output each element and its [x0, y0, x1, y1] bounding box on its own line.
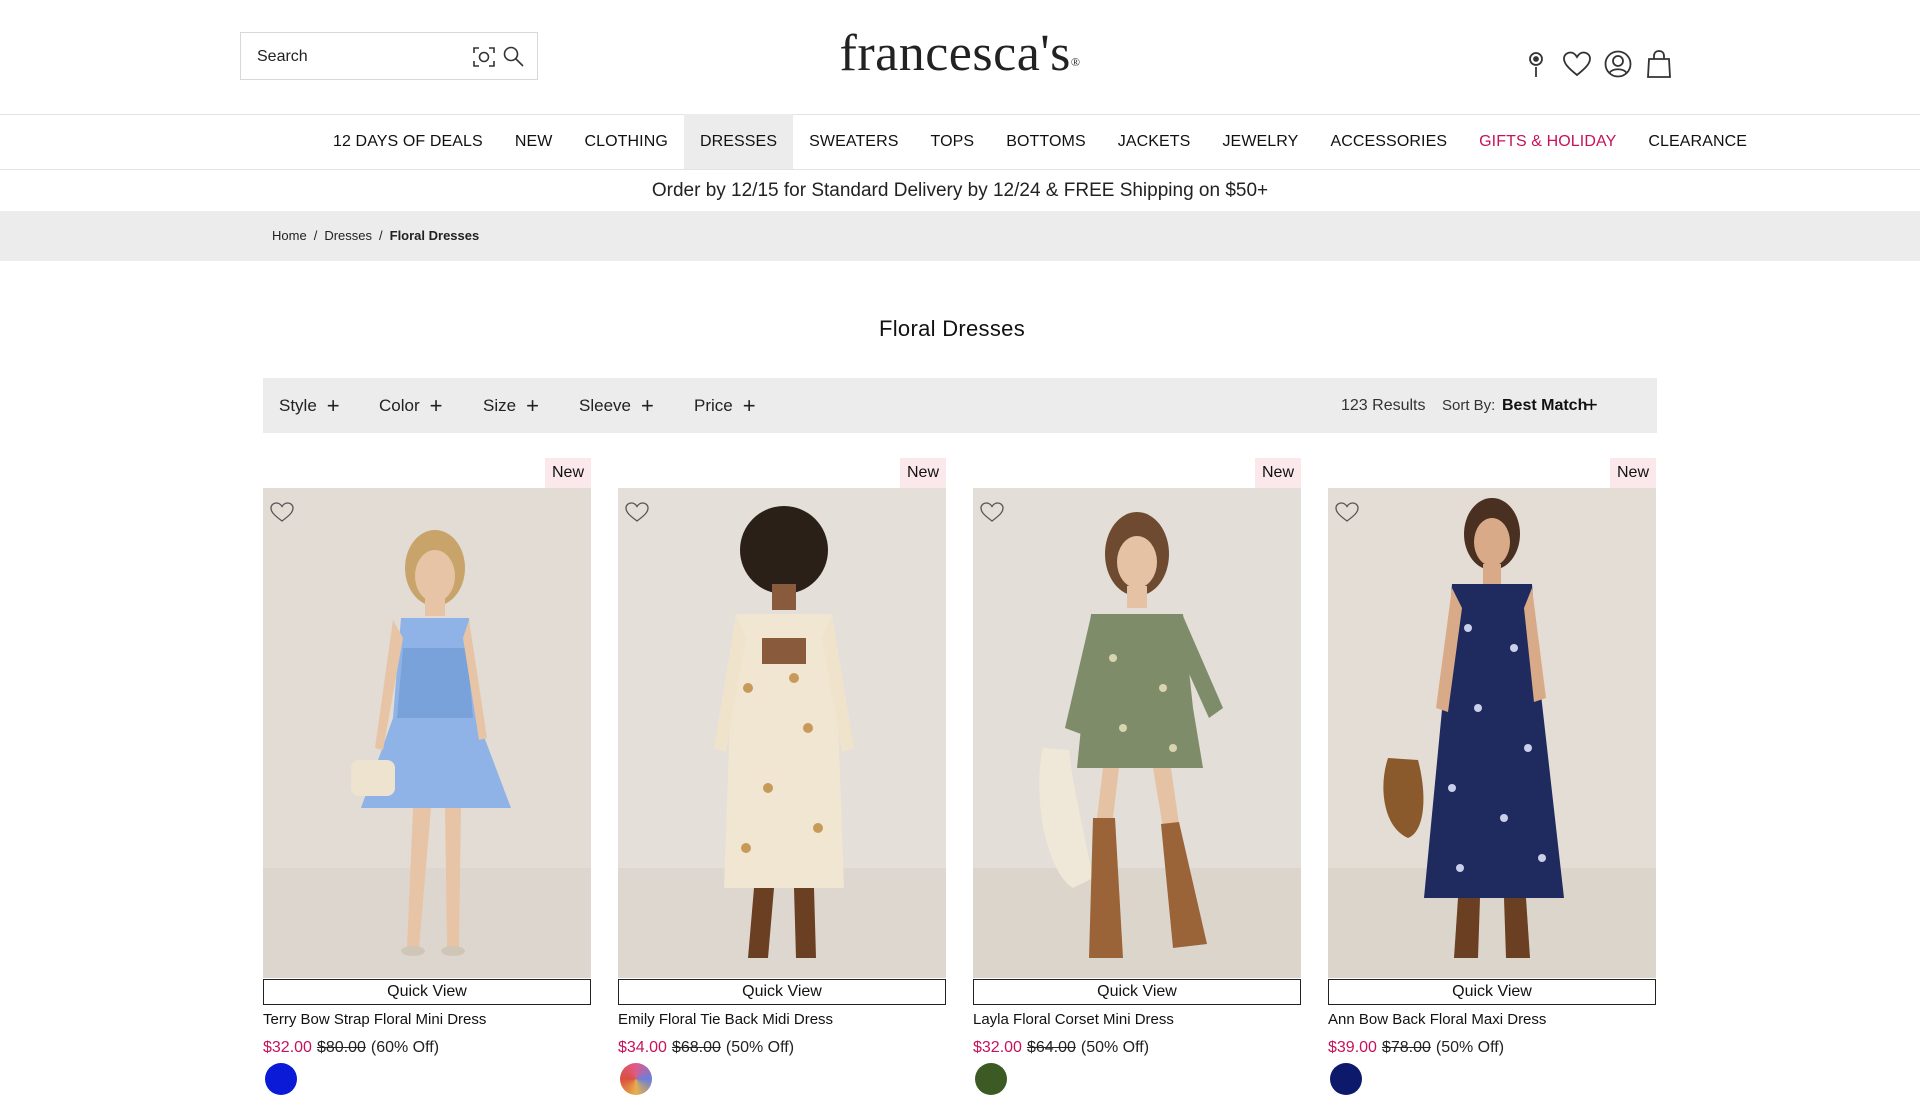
- results-count: 123 Results: [1341, 397, 1426, 414]
- quick-view-button[interactable]: Quick View: [973, 979, 1301, 1005]
- filter-bar: Style + Color + Size + Sleeve + Price + 123 R…: [263, 378, 1657, 433]
- breadcrumb: Home / Dresses / Floral Dresses: [272, 228, 479, 243]
- add-to-wishlist-icon[interactable]: [1334, 500, 1360, 524]
- plus-icon: +: [640, 393, 654, 418]
- original-price: $68.00: [671, 1039, 721, 1056]
- search-box[interactable]: Search: [240, 32, 538, 80]
- product-price: $32.00 $80.00 (60% Off): [263, 1039, 439, 1057]
- filter-style[interactable]: Style +: [279, 378, 340, 433]
- filter-size[interactable]: Size +: [483, 378, 539, 433]
- product-price: $34.00 $68.00 (50% Off): [618, 1039, 794, 1057]
- new-badge: New: [900, 458, 946, 488]
- sale-price: $32.00: [263, 1039, 312, 1056]
- nav-item-dresses[interactable]: DRESSES: [683, 114, 794, 169]
- brand-logo[interactable]: francesca's®: [820, 26, 1100, 82]
- breadcrumb-dresses[interactable]: Dresses: [324, 228, 372, 243]
- product-name[interactable]: Terry Bow Strap Floral Mini Dress: [263, 1011, 486, 1028]
- original-price: $64.00: [1026, 1039, 1076, 1056]
- plus-icon: +: [326, 393, 340, 418]
- product-price: $39.00 $78.00 (50% Off): [1328, 1039, 1504, 1057]
- add-to-wishlist-icon[interactable]: [269, 500, 295, 524]
- plus-icon: +: [526, 393, 539, 418]
- sale-price: $39.00: [1328, 1039, 1377, 1056]
- breadcrumb-separator: /: [379, 228, 383, 243]
- main-navigation: 12 DAYS OF DEALS NEW CLOTHING DRESSES SW…: [0, 114, 1920, 170]
- product-image[interactable]: [263, 488, 591, 978]
- product-name[interactable]: Layla Floral Corset Mini Dress: [973, 1011, 1174, 1028]
- quick-view-button[interactable]: Quick View: [618, 979, 946, 1005]
- page-title: Floral Dresses: [878, 316, 1025, 341]
- nav-item-clearance[interactable]: CLEARANCE: [1632, 114, 1763, 169]
- discount-percent: (50% Off): [1435, 1039, 1505, 1056]
- shopping-bag-icon[interactable]: [1643, 48, 1675, 80]
- product-name[interactable]: Emily Floral Tie Back Midi Dress: [618, 1011, 833, 1028]
- site-header: Search francesca's®: [0, 0, 1920, 115]
- account-icon[interactable]: [1602, 48, 1634, 80]
- product-image[interactable]: [1328, 488, 1656, 978]
- search-input[interactable]: Search: [257, 48, 308, 66]
- nav-item-bottoms[interactable]: BOTTOMS: [990, 114, 1102, 169]
- product-image[interactable]: [618, 488, 946, 978]
- filter-price[interactable]: Price +: [694, 378, 756, 433]
- nav-item-new[interactable]: NEW: [499, 114, 569, 169]
- nav-item-accessories[interactable]: ACCESSORIES: [1314, 114, 1463, 169]
- original-price: $78.00: [1381, 1039, 1431, 1056]
- product-price: $32.00 $64.00 (50% Off): [973, 1039, 1149, 1057]
- color-swatch[interactable]: [265, 1063, 297, 1095]
- product-image[interactable]: [973, 488, 1301, 978]
- breadcrumb-bar: Home / Dresses / Floral Dresses: [0, 211, 1920, 261]
- quick-view-button[interactable]: Quick View: [263, 979, 591, 1005]
- product-name[interactable]: Ann Bow Back Floral Maxi Dress: [1328, 1011, 1546, 1028]
- new-badge: New: [1255, 458, 1301, 488]
- promo-banner[interactable]: Order by 12/15 for Standard Delivery by …: [0, 170, 1920, 211]
- discount-percent: (60% Off): [370, 1039, 440, 1056]
- discount-percent: (50% Off): [725, 1039, 795, 1056]
- sale-price: $34.00: [618, 1039, 667, 1056]
- nav-item-sweaters[interactable]: SWEATERS: [793, 114, 914, 169]
- color-swatch[interactable]: [1330, 1063, 1362, 1095]
- plus-icon[interactable]: +: [1585, 378, 1598, 431]
- nav-item-jackets[interactable]: JACKETS: [1102, 114, 1207, 169]
- filter-sleeve[interactable]: Sleeve +: [579, 378, 654, 433]
- visual-search-icon[interactable]: [471, 44, 497, 70]
- nav-item-gifts-holiday[interactable]: GIFTS & HOLIDAY: [1463, 114, 1632, 169]
- plus-icon: +: [742, 393, 756, 418]
- store-locator-icon[interactable]: [1520, 48, 1552, 80]
- breadcrumb-current: Floral Dresses: [389, 228, 480, 243]
- sort-label: Sort By:: [1442, 397, 1496, 414]
- nav-item-jewelry[interactable]: JEWELRY: [1206, 114, 1314, 169]
- nav-item-tops[interactable]: TOPS: [915, 114, 991, 169]
- add-to-wishlist-icon[interactable]: [979, 500, 1005, 524]
- nav-item-clothing[interactable]: CLOTHING: [568, 114, 683, 169]
- breadcrumb-home[interactable]: Home: [272, 228, 307, 243]
- discount-percent: (50% Off): [1080, 1039, 1150, 1056]
- breadcrumb-separator: /: [313, 228, 318, 243]
- quick-view-button[interactable]: Quick View: [1328, 979, 1656, 1005]
- sale-price: $32.00: [973, 1039, 1022, 1056]
- add-to-wishlist-icon[interactable]: [624, 500, 650, 524]
- new-badge: New: [1610, 458, 1656, 488]
- original-price: $80.00: [316, 1039, 366, 1056]
- filter-color[interactable]: Color +: [379, 378, 442, 433]
- new-badge: New: [545, 458, 591, 488]
- search-icon[interactable]: [501, 44, 527, 70]
- sort-dropdown[interactable]: Best Match: [1502, 378, 1587, 433]
- color-swatch[interactable]: [620, 1063, 652, 1095]
- color-swatch[interactable]: [975, 1063, 1007, 1095]
- wishlist-icon[interactable]: [1561, 48, 1593, 80]
- plus-icon: +: [429, 393, 443, 418]
- nav-item-12-days-of-deals[interactable]: 12 DAYS OF DEALS: [317, 114, 499, 169]
